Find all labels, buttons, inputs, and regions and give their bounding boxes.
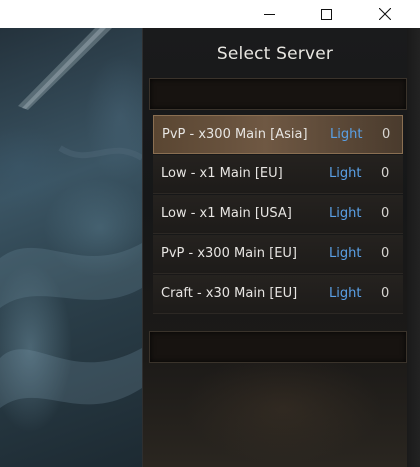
server-name: PvP - x300 Main [EU] — [161, 246, 298, 261]
game-background — [0, 28, 142, 467]
panel-edge — [407, 28, 420, 467]
maximize-button[interactable] — [303, 0, 349, 28]
server-row[interactable]: Low - x1 Main [EU] Light 0 — [153, 155, 403, 194]
server-player-count: 0 — [381, 286, 390, 301]
panel-title: Select Server — [216, 44, 334, 64]
server-row[interactable]: PvP - x300 Main [Asia] Light 0 — [153, 115, 403, 154]
server-player-count: 0 — [381, 166, 390, 181]
server-player-count: 0 — [381, 246, 390, 261]
title-bar — [0, 0, 420, 28]
server-name: Low - x1 Main [USA] — [161, 206, 292, 221]
top-info-bar — [149, 78, 407, 110]
server-player-count: 0 — [382, 127, 391, 142]
server-name: Low - x1 Main [EU] — [161, 166, 283, 181]
server-row[interactable]: Low - x1 Main [USA] Light 0 — [153, 195, 403, 234]
server-select-panel: Select Server PvP - x300 Main [Asia] Lig… — [142, 28, 420, 467]
minimize-icon — [263, 9, 275, 20]
server-status: Light — [329, 286, 362, 301]
server-name: Craft - x30 Main [EU] — [161, 286, 298, 301]
server-name: PvP - x300 Main [Asia] — [162, 127, 308, 142]
server-status: Light — [330, 127, 363, 142]
server-status: Light — [329, 246, 362, 261]
server-list: PvP - x300 Main [Asia] Light 0 Low - x1 … — [153, 115, 403, 315]
minimize-button[interactable] — [246, 0, 292, 28]
close-icon — [379, 8, 391, 20]
game-window: Select Server PvP - x300 Main [Asia] Lig… — [0, 0, 420, 467]
maximize-icon — [320, 8, 332, 20]
bottom-info-bar — [149, 331, 407, 363]
server-row[interactable]: PvP - x300 Main [EU] Light 0 — [153, 235, 403, 274]
server-status: Light — [329, 166, 362, 181]
server-player-count: 0 — [381, 206, 390, 221]
server-status: Light — [329, 206, 362, 221]
server-row[interactable]: Craft - x30 Main [EU] Light 0 — [153, 275, 403, 314]
close-button[interactable] — [362, 0, 408, 28]
